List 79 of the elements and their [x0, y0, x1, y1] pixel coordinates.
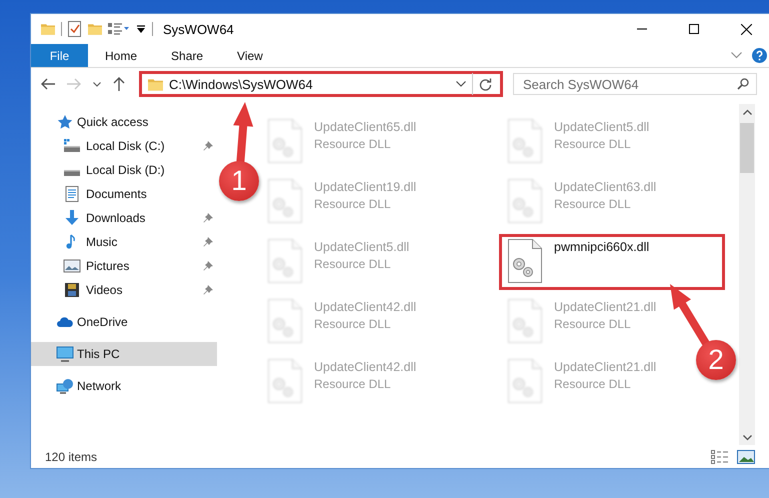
file-name: UpdateClient19.dll [314, 180, 416, 194]
search-field[interactable]: Search SysWOW64 [513, 73, 757, 95]
file-name: pwmnipci660x.dll [554, 240, 650, 254]
file-name: UpdateClient5.dll [554, 120, 650, 134]
chevron-icon[interactable] [731, 52, 742, 59]
file-name: UpdateClient63.dll [554, 180, 656, 194]
caret-icon[interactable] [456, 81, 466, 87]
ribbon-tab[interactable]: Home [88, 44, 154, 67]
nav-item[interactable]: Pictures [31, 254, 217, 278]
nav-item[interactable]: Videos [31, 278, 217, 302]
list-icon[interactable] [108, 22, 130, 36]
ribbon-tab[interactable]: View [220, 44, 280, 67]
search-icon[interactable] [737, 78, 749, 90]
file-type: Resource DLL [314, 137, 392, 151]
file-type: Resource DLL [314, 317, 392, 331]
properties-icon[interactable] [68, 21, 82, 37]
details-view-icon[interactable] [711, 450, 729, 464]
file-type: Resource DLL [314, 377, 392, 391]
drive-icon [64, 139, 80, 152]
cloud-icon [57, 317, 73, 327]
customize-icon[interactable] [136, 24, 146, 34]
picture-icon [64, 260, 80, 272]
nav-item[interactable]: Local Disk (D:) [31, 158, 217, 182]
file-type: Resource DLL [554, 197, 632, 211]
file-name: UpdateClient21.dll [554, 300, 656, 314]
nav-item[interactable]: OneDrive [31, 310, 217, 334]
file-name: UpdateClient42.dll [314, 360, 416, 374]
network-icon [56, 379, 73, 394]
scroll-thumb[interactable] [740, 123, 754, 173]
file-type: Resource DLL [554, 137, 632, 151]
scrollbar[interactable] [739, 104, 755, 445]
scroll-up-icon[interactable] [742, 108, 752, 114]
pin-icon[interactable] [203, 237, 213, 247]
thumbnail-view-icon[interactable] [737, 450, 755, 464]
scroll-down-icon[interactable] [742, 434, 752, 440]
drive-icon [64, 170, 80, 176]
file-name: UpdateClient5.dll [314, 240, 410, 254]
file-type: Resource DLL [554, 317, 632, 331]
window-title: SysWOW64 [163, 22, 234, 36]
caret-icon[interactable] [93, 82, 101, 86]
file-name: UpdateClient42.dll [314, 300, 416, 314]
refresh-icon[interactable] [479, 78, 492, 90]
nav-item[interactable]: Music [31, 230, 217, 254]
nav-item[interactable]: Network [31, 374, 217, 398]
download-icon [66, 210, 78, 225]
document-icon [66, 186, 78, 202]
film-icon [65, 283, 79, 297]
ribbon-tab[interactable]: Share [154, 44, 220, 67]
minimize-icon[interactable] [637, 28, 647, 30]
item-count: 120 items [45, 450, 98, 464]
nav-item[interactable]: Documents [31, 182, 217, 206]
pin-icon[interactable] [203, 141, 213, 151]
nav-item[interactable]: Downloads [31, 206, 217, 230]
close-icon[interactable] [740, 24, 752, 34]
new-folder-icon [88, 23, 102, 35]
address-path: C:\Windows\SysWOW64 [169, 76, 314, 92]
help-icon[interactable] [752, 48, 767, 63]
computer-icon [56, 346, 74, 362]
star-icon [58, 115, 72, 129]
file-type: Resource DLL [314, 257, 392, 271]
maximize-icon[interactable] [689, 24, 699, 34]
file-name: UpdateClient65.dll [314, 120, 416, 134]
folder-icon [41, 23, 55, 35]
pin-icon[interactable] [203, 261, 213, 271]
folder-icon [148, 78, 163, 90]
nav-item[interactable]: This PC [31, 342, 217, 366]
nav-item[interactable]: Local Disk (C:) [31, 134, 217, 158]
file-icon [508, 239, 542, 283]
pin-icon[interactable] [203, 285, 213, 295]
pin-icon[interactable] [203, 213, 213, 223]
file-type: Resource DLL [554, 377, 632, 391]
file-name: UpdateClient21.dll [554, 360, 656, 374]
nav-item[interactable]: Quick access [31, 110, 217, 134]
file-type: Resource DLL [314, 197, 392, 211]
music-icon [66, 234, 75, 249]
back-icon[interactable] [41, 78, 55, 90]
up-icon[interactable] [113, 77, 125, 91]
file-tab[interactable]: File [31, 44, 88, 67]
address-bar[interactable]: C:\Windows\SysWOW64 [139, 71, 503, 97]
